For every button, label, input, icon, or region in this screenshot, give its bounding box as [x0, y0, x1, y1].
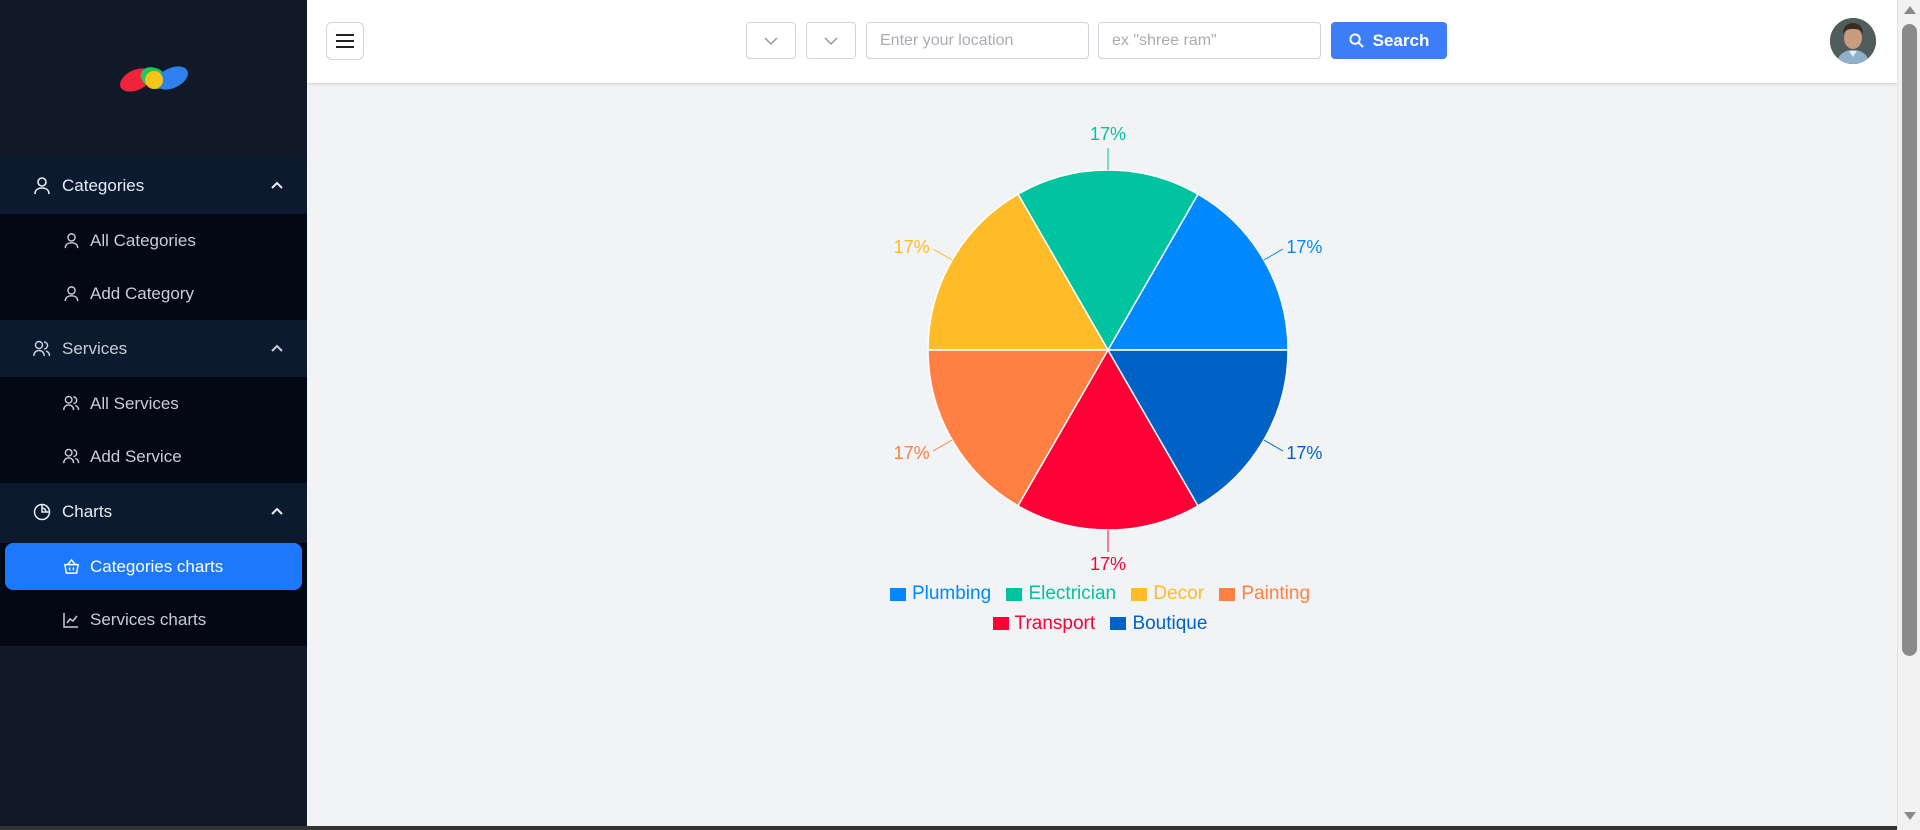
sidebar-group-label: Charts: [62, 501, 113, 521]
legend-swatch: [1219, 587, 1236, 601]
search-button[interactable]: Search: [1331, 22, 1447, 59]
sidebar-item-label: Services charts: [90, 609, 207, 629]
sidebar-group-services[interactable]: Services: [0, 320, 307, 377]
sidebar-item-categories-charts[interactable]: Categories charts: [5, 543, 302, 590]
pie-label: 17%: [1090, 124, 1126, 144]
page-scrollbar[interactable]: [1897, 0, 1920, 830]
legend-item-boutique[interactable]: Boutique: [1110, 610, 1207, 638]
legend-item-plumbing[interactable]: Plumbing: [889, 580, 992, 608]
location-input[interactable]: [866, 22, 1089, 59]
sidebar: Categories All Categories Add Category S…: [0, 0, 307, 830]
pie-chart-icon: [32, 502, 52, 522]
pie-label: 17%: [894, 443, 930, 463]
sidebar-item-all-services[interactable]: All Services: [0, 377, 307, 430]
sidebar-item-label: Categories charts: [90, 556, 224, 576]
user-icon: [32, 176, 52, 196]
sidebar-item-label: All Categories: [90, 230, 196, 250]
sidebar-group-categories[interactable]: Categories: [0, 157, 307, 214]
users-icon: [62, 395, 80, 413]
sidebar-submenu-charts: Categories charts Services charts: [0, 543, 307, 646]
pie-slice-decor[interactable]: [927, 193, 1110, 351]
pie-label: 17%: [1286, 237, 1322, 257]
chevron-down-icon: [824, 36, 838, 45]
sidebar-submenu-services: All Services Add Service: [0, 377, 307, 483]
chevron-down-icon: [764, 36, 778, 45]
sidebar-group-label: Services: [62, 338, 128, 358]
scroll-down-arrow-icon[interactable]: [1904, 812, 1916, 820]
pie-slice-painting[interactable]: [927, 349, 1110, 507]
legend-label: Transport: [1014, 612, 1096, 634]
pie-slice-plumbing[interactable]: [1106, 193, 1289, 351]
legend-label: Decor: [1153, 583, 1205, 604]
pie-label-line: [932, 439, 953, 452]
menu-toggle-button[interactable]: [326, 22, 364, 60]
sidebar-item-add-category[interactable]: Add Category: [0, 267, 307, 320]
pie-label: 17%: [894, 237, 930, 257]
avatar[interactable]: [1830, 18, 1876, 64]
sidebar-item-label: Add Service: [90, 446, 182, 466]
hamburger-icon: [336, 34, 354, 48]
app-logo[interactable]: [118, 62, 190, 94]
pie-label: 17%: [1286, 443, 1322, 463]
legend-item-painting[interactable]: Painting: [1219, 580, 1310, 608]
legend-swatch: [992, 617, 1009, 630]
legend-swatch: [1110, 617, 1127, 630]
chart-legend: Plumbing Electrician Decor Painting Tran…: [870, 580, 1330, 639]
sidebar-item-add-service[interactable]: Add Service: [0, 430, 307, 483]
pie-slice-boutique[interactable]: [1106, 349, 1289, 507]
search-icon: [1349, 33, 1364, 48]
basket-icon: [62, 558, 80, 576]
sidebar-submenu-categories: All Categories Add Category: [0, 214, 307, 320]
topbar: Search: [307, 0, 1897, 84]
pie-label-line: [1263, 439, 1284, 452]
legend-swatch: [889, 587, 906, 601]
service-select[interactable]: [806, 22, 856, 59]
users-icon: [62, 448, 80, 466]
legend-label: Plumbing: [911, 583, 992, 604]
legend-swatch: [1006, 587, 1023, 601]
sidebar-group-charts[interactable]: Charts: [0, 483, 307, 540]
users-icon: [32, 339, 52, 359]
sidebar-menu: Categories All Categories Add Category S…: [0, 157, 307, 646]
scroll-up-arrow-icon[interactable]: [1904, 6, 1916, 14]
legend-label: Painting: [1241, 583, 1311, 604]
sidebar-item-label: All Services: [90, 393, 179, 413]
pie-slice-transport[interactable]: [1016, 348, 1200, 531]
pie-slice-electrician[interactable]: [1016, 169, 1200, 352]
user-icon: [62, 285, 80, 303]
sidebar-item-services-charts[interactable]: Services charts: [0, 593, 307, 646]
legend-item-electrician[interactable]: Electrician: [1006, 580, 1116, 608]
chevron-up-icon[interactable]: [269, 340, 285, 356]
query-input[interactable]: [1098, 22, 1321, 59]
legend-label: Boutique: [1132, 612, 1208, 634]
user-icon: [62, 232, 80, 250]
pie-label-line: [1263, 248, 1284, 261]
legend-item-decor[interactable]: Decor: [1131, 580, 1204, 608]
window-bottom-edge: [0, 826, 1897, 830]
category-select[interactable]: [746, 22, 796, 59]
chevron-up-icon[interactable]: [269, 503, 285, 519]
pie-label-line: [932, 248, 953, 261]
sidebar-group-label: Categories: [62, 175, 145, 195]
scroll-thumb[interactable]: [1902, 24, 1917, 656]
chevron-up-icon[interactable]: [269, 177, 285, 193]
bar-chart-icon: [62, 611, 80, 629]
legend-swatch: [1131, 587, 1148, 601]
legend-item-transport[interactable]: Transport: [992, 610, 1096, 638]
search-button-label: Search: [1372, 30, 1430, 50]
sidebar-item-all-categories[interactable]: All Categories: [0, 214, 307, 267]
sidebar-item-label: Add Category: [90, 283, 194, 303]
pie-label: 17%: [1090, 554, 1126, 574]
legend-label: Electrician: [1028, 583, 1117, 604]
